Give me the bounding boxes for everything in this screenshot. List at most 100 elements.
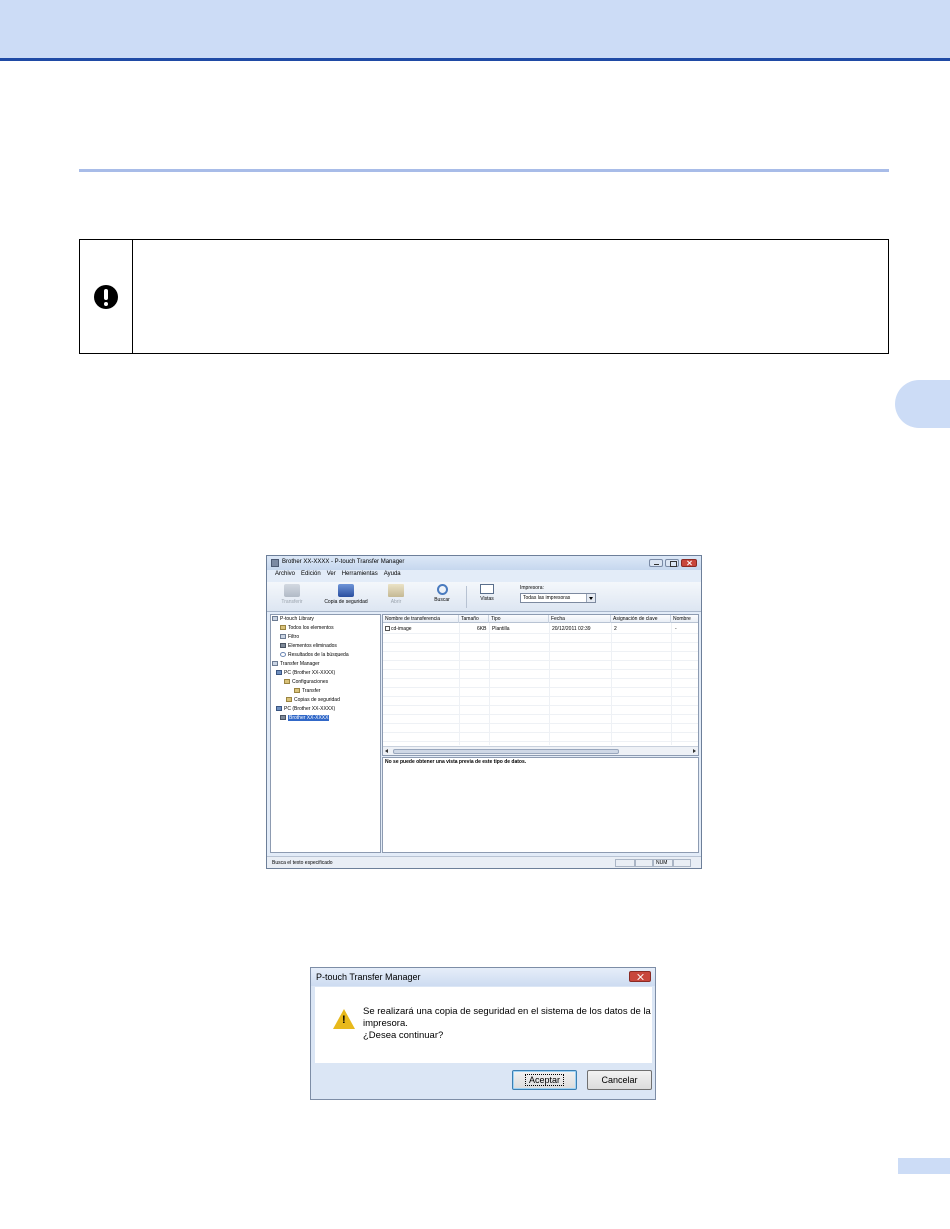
column-header-type[interactable]: Tipo	[489, 615, 549, 623]
status-cell	[615, 859, 635, 867]
backup-folder-icon	[286, 697, 292, 703]
menu-edicion[interactable]: Edición	[301, 571, 321, 581]
transfer-icon	[284, 584, 300, 597]
template-file-icon	[385, 626, 390, 632]
pc-icon	[276, 670, 282, 676]
tree-item-transfer-folder[interactable]: Transfer	[294, 687, 320, 696]
accept-button[interactable]: Aceptar	[512, 1070, 577, 1090]
menu-ver[interactable]: Ver	[327, 571, 336, 581]
library-tree: P-touch Library Todos los elementos Filt…	[270, 614, 381, 853]
column-header-name[interactable]: Nombre de transferencia	[383, 615, 459, 623]
open-button[interactable]: Abrir	[384, 584, 408, 605]
tree-item-deleted[interactable]: Elementos eliminados	[280, 642, 337, 651]
cell-key: 2	[614, 626, 617, 632]
transfer-button[interactable]: Transferir	[277, 584, 307, 605]
row-line	[383, 678, 698, 679]
cell-name2: -	[675, 626, 677, 632]
scrollbar-thumb[interactable]	[393, 749, 619, 754]
row-line	[383, 687, 698, 688]
status-cell	[673, 859, 691, 867]
preview-pane: No se puede obtener una vista previa de …	[382, 757, 699, 853]
section-divider	[79, 169, 889, 172]
close-button[interactable]	[629, 971, 651, 982]
dialog-footer: Aceptar Cancelar	[315, 1064, 652, 1096]
row-line	[383, 705, 698, 706]
folder-icon	[280, 625, 286, 631]
dialog-title: P-touch Transfer Manager	[316, 972, 421, 982]
row-line	[383, 741, 698, 742]
tree-item-filter[interactable]: Filtro	[280, 633, 299, 642]
menu-bar: Archivo Edición Ver Herramientas Ayuda	[267, 571, 701, 581]
preview-message: No se puede obtener una vista previa de …	[385, 759, 527, 765]
scroll-left-icon[interactable]	[385, 749, 388, 753]
column-header-date[interactable]: Fecha	[549, 615, 611, 623]
column-header-key[interactable]: Asignación de clave	[611, 615, 671, 623]
dialog-body: Se realizará una copia de seguridad en e…	[315, 987, 652, 1063]
warning-icon	[333, 1009, 355, 1029]
header-rule	[0, 58, 950, 61]
important-note-box	[79, 239, 889, 354]
tree-item-all-items[interactable]: Todos los elementos	[280, 624, 334, 633]
row-line	[383, 633, 698, 634]
tree-item-search-results[interactable]: Resultados de la búsqueda	[280, 651, 349, 660]
horizontal-scrollbar[interactable]	[383, 746, 698, 755]
row-line	[383, 642, 698, 643]
search-icon	[436, 584, 448, 595]
row-line	[383, 669, 698, 670]
status-text: Busca el texto especificado	[272, 860, 333, 866]
note-divider	[132, 240, 133, 353]
chevron-down-icon[interactable]	[586, 594, 595, 602]
dialog-titlebar: P-touch Transfer Manager	[311, 968, 655, 986]
backup-button[interactable]: Copia de seguridad	[317, 584, 375, 605]
tree-item-transfer-manager[interactable]: Transfer Manager	[272, 660, 320, 669]
scroll-right-icon[interactable]	[693, 749, 696, 753]
search-button[interactable]: Buscar	[430, 584, 454, 603]
transfer-list: Nombre de transferencia Tamaño Tipo Fech…	[382, 614, 699, 756]
column-header-name2[interactable]: Nombre	[671, 615, 698, 623]
tree-item-printer[interactable]: Brother XX-XXXX	[280, 714, 330, 723]
tree-item-configurations[interactable]: Configuraciones	[284, 678, 328, 687]
status-num: NUM	[653, 859, 673, 867]
printer-label: Impresora:	[520, 585, 544, 591]
close-button[interactable]	[681, 559, 697, 567]
tree-item-ptouch-library[interactable]: P-touch Library	[272, 615, 314, 624]
views-button[interactable]: Vistas	[475, 584, 499, 602]
row-line	[383, 696, 698, 697]
dialog-message: Se realizará una copia de seguridad en e…	[363, 1006, 651, 1042]
library-icon	[272, 616, 278, 622]
cell-type: Plantilla	[492, 626, 510, 632]
page-number-tab	[898, 1158, 950, 1174]
important-icon	[94, 285, 118, 309]
row-line	[383, 732, 698, 733]
menu-archivo[interactable]: Archivo	[275, 571, 295, 581]
row-line	[383, 660, 698, 661]
cell-size: 6KB	[477, 626, 487, 632]
cancel-button[interactable]: Cancelar	[587, 1070, 652, 1090]
backup-icon	[338, 584, 354, 597]
printer-select[interactable]: Todas las impresoras	[520, 593, 596, 603]
search-icon	[280, 652, 286, 658]
minimize-button[interactable]	[649, 559, 663, 567]
folder-icon	[294, 688, 300, 694]
tree-item-pc-2[interactable]: PC (Brother XX-XXXX)	[276, 705, 335, 714]
header-band	[0, 0, 950, 58]
menu-herramientas[interactable]: Herramientas	[342, 571, 378, 581]
window-title: Brother XX-XXXX - P-touch Transfer Manag…	[282, 559, 405, 565]
filter-icon	[280, 634, 286, 640]
printer-icon	[280, 715, 286, 721]
chapter-tab	[895, 380, 950, 428]
status-cell	[635, 859, 653, 867]
column-header-size[interactable]: Tamaño	[459, 615, 489, 623]
tree-item-pc-1[interactable]: PC (Brother XX-XXXX)	[276, 669, 335, 678]
transfer-manager-icon	[272, 661, 278, 667]
maximize-button[interactable]	[665, 559, 679, 567]
row-line	[383, 651, 698, 652]
cell-date: 20/12/2011 02:39	[552, 626, 591, 632]
window-titlebar: Brother XX-XXXX - P-touch Transfer Manag…	[267, 556, 701, 570]
printer-select-value: Todas las impresoras	[523, 595, 571, 601]
tree-item-backups[interactable]: Copias de seguridad	[286, 696, 340, 705]
menu-ayuda[interactable]: Ayuda	[384, 571, 401, 581]
accept-label: Aceptar	[524, 1074, 565, 1086]
pc-icon	[276, 706, 282, 712]
list-header: Nombre de transferencia Tamaño Tipo Fech…	[383, 615, 698, 623]
